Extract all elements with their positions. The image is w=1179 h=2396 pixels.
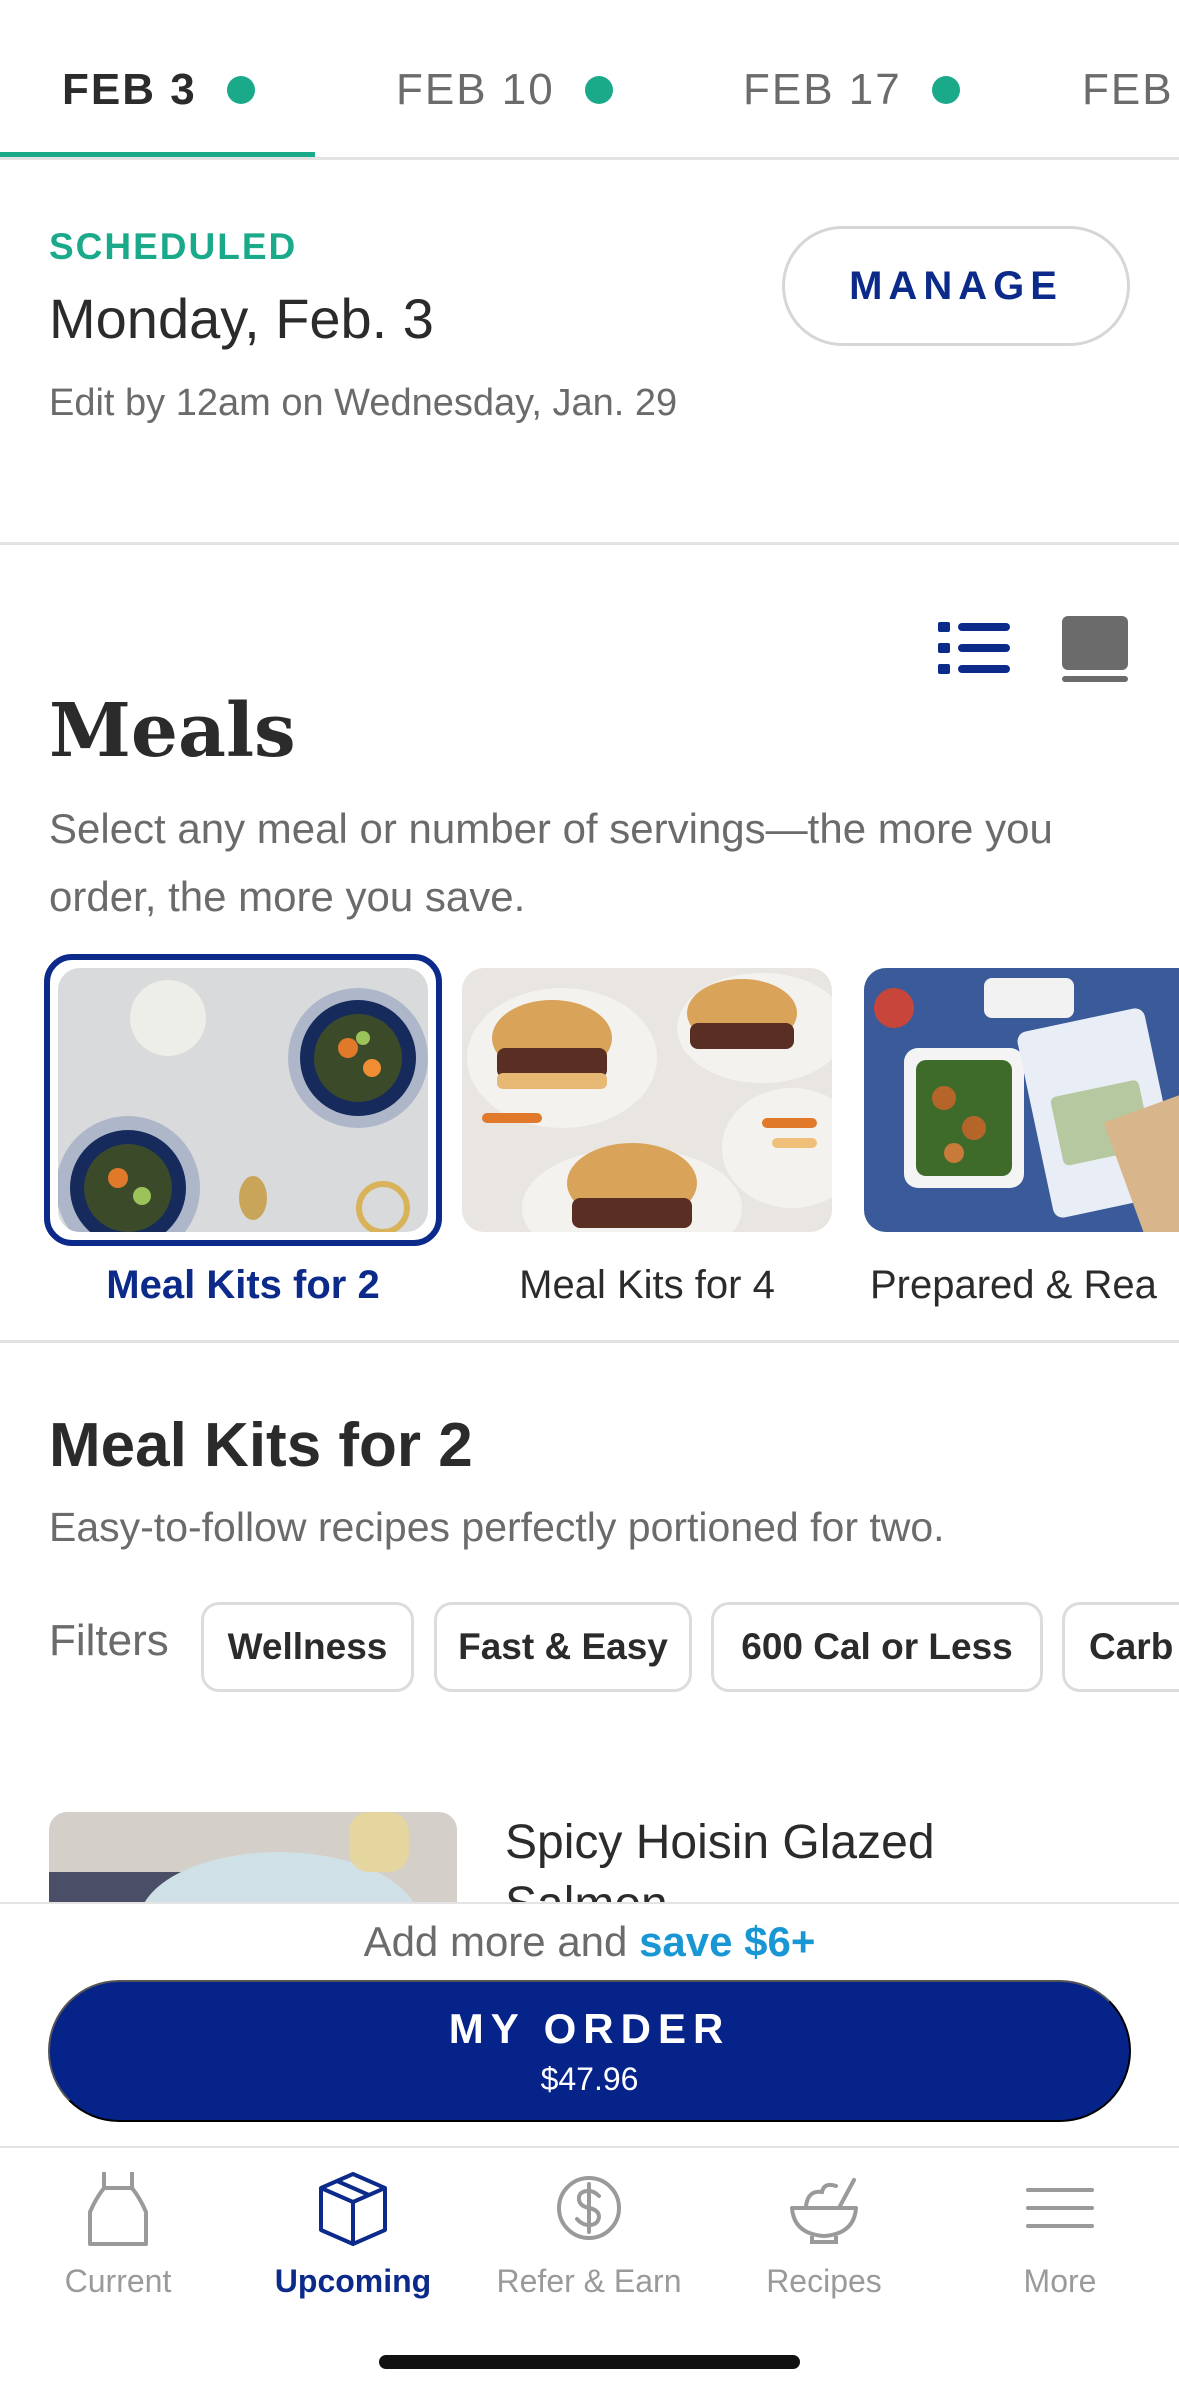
menu-icon — [1026, 2188, 1094, 2228]
scheduled-dot-icon — [226, 76, 255, 104]
box-icon — [319, 2172, 387, 2246]
meal-image — [49, 1812, 457, 1902]
category-label: Meal Kits for 4 — [519, 1263, 775, 1307]
category-label: Prepared & Rea — [870, 1263, 1157, 1307]
nav-more[interactable]: More — [942, 2168, 1178, 2300]
status-badge: SCHEDULED — [49, 226, 298, 267]
active-tab-indicator — [0, 152, 315, 157]
my-order-label: MY ORDER — [448, 2004, 731, 2052]
category-prepared-ready[interactable]: Prepared & Rea — [864, 968, 1179, 1307]
home-indicator — [379, 2355, 800, 2369]
filter-chip-wellness[interactable]: Wellness — [201, 1602, 414, 1692]
promo-save: save $6+ — [639, 1918, 816, 1965]
section-title: Meal Kits for 2 — [49, 1411, 473, 1480]
meals-heading: Meals — [49, 688, 296, 774]
order-total: $47.96 — [540, 2060, 639, 2097]
section-subtitle: Easy-to-follow recipes perfectly portion… — [49, 1504, 945, 1550]
nav-recipes[interactable]: Recipes — [706, 2168, 942, 2300]
nav-label: Upcoming — [274, 2263, 432, 2299]
scheduled-dot-icon — [584, 76, 613, 104]
filters-label: Filters — [49, 1616, 169, 1665]
category-meal-kits-2[interactable]: Meal Kits for 2 — [44, 954, 442, 1307]
week-tab-label: FEB 17 — [743, 65, 902, 114]
category-meal-kits-4[interactable]: Meal Kits for 4 — [462, 968, 832, 1307]
dollar-icon — [557, 2176, 621, 2240]
order-bar: Add more and save $6+ MY ORDER $47.96 — [0, 1902, 1179, 2146]
week-tabs: FEB 3 FEB 10 FEB 17 FEB — [0, 0, 1179, 160]
week-tab-feb-10[interactable]: FEB 10 — [396, 60, 613, 120]
week-tab-label: FEB — [1082, 65, 1174, 114]
list-view-icon[interactable] — [938, 620, 1010, 676]
nav-label: More — [1023, 2263, 1097, 2299]
meals-subtitle: Select any meal or number of servings—th… — [49, 805, 1053, 920]
week-tab-label: FEB 3 — [62, 65, 197, 114]
apron-icon — [88, 2172, 148, 2246]
filter-chip-fast-easy[interactable]: Fast & Easy — [434, 1602, 692, 1692]
filter-chip-carb[interactable]: Carb — [1062, 1602, 1179, 1692]
category-image — [58, 968, 428, 1232]
week-tab-feb-17[interactable]: FEB 17 — [743, 60, 960, 120]
filter-bar: Filters Wellness Fast & Easy 600 Cal or … — [49, 1602, 1179, 1692]
nav-current[interactable]: Current — [0, 2168, 236, 2300]
nav-upcoming[interactable]: Upcoming — [235, 2168, 471, 2300]
edit-deadline: Edit by 12am on Wednesday, Jan. 29 — [49, 382, 678, 424]
nav-refer-earn[interactable]: Refer & Earn — [471, 2168, 707, 2300]
card-view-icon[interactable] — [1060, 614, 1130, 684]
scheduled-dot-icon — [931, 76, 960, 104]
manage-button[interactable]: MANAGE — [782, 226, 1130, 346]
promo-prefix: Add more and — [363, 1918, 628, 1965]
week-tab-label: FEB 10 — [396, 65, 555, 114]
nav-label: Current — [64, 2263, 172, 2299]
category-label: Meal Kits for 2 — [106, 1263, 380, 1307]
week-tab-next[interactable]: FEB — [1082, 60, 1174, 120]
nav-label: Refer & Earn — [496, 2263, 682, 2299]
week-tab-feb-3[interactable]: FEB 3 — [62, 60, 255, 120]
bowl-icon — [790, 2178, 858, 2244]
nav-label: Recipes — [766, 2263, 882, 2299]
filter-chip-600-cal[interactable]: 600 Cal or Less — [711, 1602, 1043, 1692]
delivery-schedule: SCHEDULED Monday, Feb. 3 Edit by 12am on… — [0, 160, 1179, 545]
promo-text: Add more and save $6+ — [0, 1918, 1179, 1966]
section-divider — [0, 1340, 1179, 1343]
my-order-button[interactable]: MY ORDER $47.96 — [48, 1980, 1131, 2122]
category-image — [462, 968, 832, 1232]
category-image — [864, 968, 1179, 1232]
delivery-date: Monday, Feb. 3 — [49, 287, 434, 350]
